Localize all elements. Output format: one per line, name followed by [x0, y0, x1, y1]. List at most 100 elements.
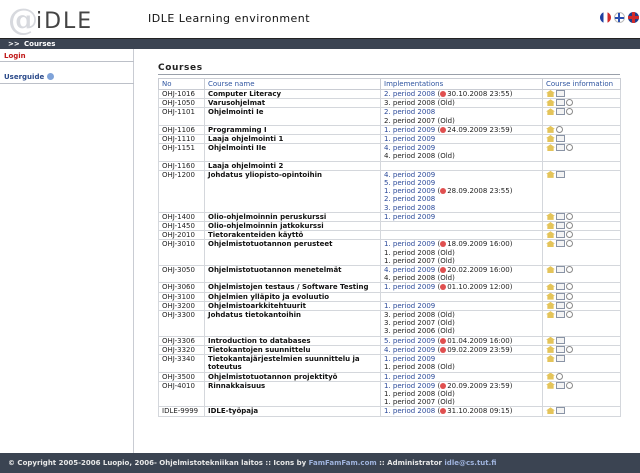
course-name-link[interactable]: Introduction to databases	[204, 335, 381, 346]
course-name-link[interactable]: Tietorakenteiden käyttö	[204, 230, 381, 241]
course-name-link[interactable]: Ohjelmistoarkkitehtuurit	[204, 300, 381, 312]
mail-icon[interactable]	[556, 135, 565, 143]
mail-icon[interactable]	[556, 311, 565, 319]
mail-icon[interactable]	[556, 240, 565, 248]
attachment-icon[interactable]	[566, 266, 573, 274]
home-icon[interactable]	[546, 212, 555, 220]
english-flag-icon[interactable]	[628, 12, 639, 23]
icons-credit-link[interactable]: FamFamFam.com	[309, 459, 377, 467]
column-header-course-name[interactable]: Course name	[204, 78, 381, 90]
course-name-link[interactable]: Johdatus tietokantoihin	[204, 310, 381, 337]
column-header-implementations[interactable]: Implementations	[380, 78, 543, 90]
mail-icon[interactable]	[556, 283, 565, 291]
home-icon[interactable]	[546, 355, 555, 363]
mail-icon[interactable]	[556, 292, 565, 300]
home-icon[interactable]	[546, 108, 555, 116]
attachment-icon[interactable]	[566, 222, 573, 230]
implementation-link[interactable]: 1. period 2009	[384, 213, 435, 221]
implementation-link[interactable]: 2. period 2008	[384, 90, 435, 98]
home-icon[interactable]	[546, 345, 555, 353]
course-name-link[interactable]: Tietokantojen suunnittelu	[204, 344, 381, 356]
attachment-icon[interactable]	[556, 125, 563, 133]
attachment-icon[interactable]	[566, 240, 573, 248]
course-name-link[interactable]: Olio-ohjelmoinnin peruskurssi	[204, 211, 381, 223]
attachment-icon[interactable]	[566, 345, 573, 353]
attachment-icon[interactable]	[566, 292, 573, 300]
mail-icon[interactable]	[556, 301, 565, 309]
help-icon[interactable]	[47, 73, 55, 80]
home-icon[interactable]	[546, 381, 555, 389]
mail-icon[interactable]	[556, 144, 565, 152]
mail-icon[interactable]	[556, 231, 565, 239]
implementation-link[interactable]: 5. period 2009	[384, 337, 435, 345]
mail-icon[interactable]	[556, 345, 565, 353]
userguide-link[interactable]: Userguide	[4, 73, 55, 81]
attachment-icon[interactable]	[566, 108, 573, 116]
implementation-link[interactable]: 1. period 2009	[384, 135, 435, 143]
course-name-link[interactable]: IDLE-työpaja	[204, 406, 381, 417]
home-icon[interactable]	[546, 240, 555, 248]
implementation-link[interactable]: 3. period 2008	[384, 204, 435, 212]
home-icon[interactable]	[546, 231, 555, 239]
implementation-link[interactable]: 2. period 2008	[384, 195, 435, 203]
course-name-link[interactable]: Ohjelmien ylläpito ja evoluutio	[204, 291, 381, 302]
login-link[interactable]: Login	[4, 52, 26, 60]
attachment-icon[interactable]	[566, 301, 573, 309]
home-icon[interactable]	[546, 336, 555, 344]
home-icon[interactable]	[546, 99, 555, 107]
implementation-link[interactable]: 1. period 2009	[384, 302, 435, 310]
french-flag-icon[interactable]	[600, 12, 611, 23]
attachment-icon[interactable]	[566, 231, 573, 239]
attachment-icon[interactable]	[566, 144, 573, 152]
course-name-link[interactable]: Laaja ohjelmointi 2	[204, 160, 381, 171]
mail-icon[interactable]	[556, 407, 565, 415]
implementation-link[interactable]: 4. period 2009	[384, 266, 435, 274]
home-icon[interactable]	[546, 222, 555, 230]
course-name-link[interactable]: Ohjelmistotuotannon menetelmät	[204, 265, 381, 284]
course-name-link[interactable]: Ohjelmointi IIe	[204, 143, 381, 162]
course-name-link[interactable]: Computer Literacy	[204, 88, 381, 100]
implementation-link[interactable]: 1. period 2009	[384, 355, 435, 363]
course-name-link[interactable]: Ohjelmistojen testaus / Software Testing	[204, 282, 381, 293]
implementation-link[interactable]: 1. period 2009	[384, 240, 435, 248]
breadcrumb-current[interactable]: Courses	[24, 40, 55, 48]
course-name-link[interactable]: Ohjelmointi Ie	[204, 107, 381, 126]
column-header-no[interactable]: No	[158, 78, 205, 90]
home-icon[interactable]	[546, 407, 555, 415]
home-icon[interactable]	[546, 125, 555, 133]
mail-icon[interactable]	[556, 381, 565, 389]
home-icon[interactable]	[546, 283, 555, 291]
attachment-icon[interactable]	[566, 381, 573, 389]
home-icon[interactable]	[546, 301, 555, 309]
home-icon[interactable]	[546, 90, 555, 97]
course-name-link[interactable]: Olio-ohjelmoinnin jatkokurssi	[204, 221, 381, 232]
mail-icon[interactable]	[556, 99, 565, 107]
implementation-link[interactable]: 1. period 2009	[384, 283, 435, 291]
mail-icon[interactable]	[556, 355, 565, 363]
attachment-icon[interactable]	[566, 99, 573, 107]
home-icon[interactable]	[546, 135, 555, 143]
implementation-link[interactable]: 1. period 2009	[384, 373, 435, 381]
admin-email-link[interactable]: idle@cs.tut.fi	[444, 459, 496, 467]
implementation-link[interactable]: 1. period 2009	[384, 382, 435, 390]
mail-icon[interactable]	[556, 222, 565, 230]
implementation-link[interactable]: 5. period 2009	[384, 179, 435, 187]
course-name-link[interactable]: Programming I	[204, 124, 381, 136]
implementation-link[interactable]: 4. period 2009	[384, 346, 435, 354]
course-name-link[interactable]: Ohjelmistotuotannon perusteet	[204, 239, 381, 267]
implementation-link[interactable]: 2. period 2008	[384, 108, 435, 116]
mail-icon[interactable]	[556, 108, 565, 116]
home-icon[interactable]	[546, 372, 555, 380]
userguide-label[interactable]: Userguide	[4, 73, 44, 81]
course-name-link[interactable]: Varusohjelmat	[204, 98, 381, 109]
course-name-link[interactable]: Johdatus yliopisto-opintoihin	[204, 169, 381, 213]
implementation-link[interactable]: 4. period 2009	[384, 171, 435, 179]
mail-icon[interactable]	[556, 336, 565, 344]
mail-icon[interactable]	[556, 90, 565, 97]
attachment-icon[interactable]	[566, 311, 573, 319]
implementation-link[interactable]: 4. period 2009	[384, 144, 435, 152]
implementation-link[interactable]: 1. period 2009	[384, 126, 435, 134]
home-icon[interactable]	[546, 266, 555, 274]
course-name-link[interactable]: Rinnakkaisuus	[204, 380, 381, 408]
home-icon[interactable]	[546, 311, 555, 319]
